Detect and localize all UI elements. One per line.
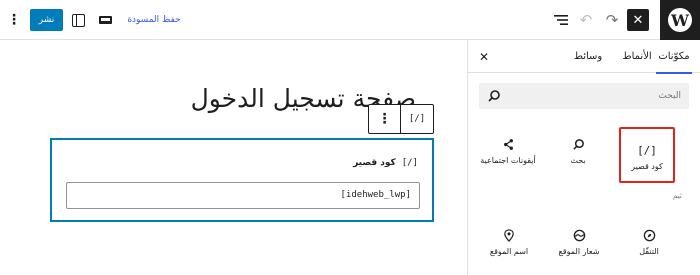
block-item-label: أيقونات اجتماعية (480, 156, 536, 165)
block-item-label: التنقّل (639, 247, 659, 256)
more-vertical-icon: ⋮ (377, 111, 392, 127)
desktop-preview-icon (98, 16, 112, 24)
share-icon (480, 133, 536, 155)
undo-icon: ↶ (579, 11, 593, 29)
block-item-label: اسم الموقع (489, 247, 529, 256)
site-logo-icon (551, 224, 607, 246)
block-options-button[interactable]: ⋮ (369, 105, 401, 133)
search-icon (550, 133, 606, 155)
wordpress-logo-button[interactable]: W (660, 0, 700, 40)
tab-media[interactable]: وسائط (570, 40, 606, 73)
block-item-site-title[interactable]: اسم الموقع (481, 224, 537, 257)
undo-button[interactable]: ↶ (574, 0, 598, 40)
map-pin-icon (481, 224, 537, 246)
top-toolbar: W ✕ ↷ ↶ حفظ المسودة نشر ⋮ (0, 0, 700, 40)
block-item-label: شعار الموقع (558, 247, 600, 256)
tab-patterns[interactable]: الأنماط (620, 40, 654, 73)
close-inserter-button[interactable]: ✕ (627, 9, 649, 31)
search-icon (488, 90, 500, 102)
document-overview-button[interactable] (549, 0, 573, 40)
more-vertical-icon: ⋮ (7, 12, 21, 28)
preview-button[interactable] (93, 0, 117, 40)
block-item-shortcode[interactable]: [/] كود قصير (619, 127, 675, 183)
block-item-social-icons[interactable]: أيقونات اجتماعية (480, 133, 536, 166)
block-toolbar: ⋮ [/] (368, 104, 434, 134)
compass-icon (621, 224, 677, 246)
sidebar-panel-icon (71, 13, 85, 27)
editor-app: W ✕ ↷ ↶ حفظ المسودة نشر ⋮ صفحة تسجيل الد… (0, 0, 700, 275)
close-icon: ✕ (632, 12, 644, 28)
settings-button[interactable] (66, 0, 90, 40)
list-view-icon (554, 15, 568, 25)
block-inserter-panel: مكوّنات الأنماط وسائط ✕ البحث [/] كود قص… (467, 40, 700, 275)
tab-blocks[interactable]: مكوّنات (656, 40, 692, 74)
editor-canvas[interactable]: صفحة تسجيل الدخول ⋮ [/] [/] كود قصير [id… (0, 40, 467, 275)
shortcode-icon: [/] (401, 158, 418, 168)
publish-button[interactable]: نشر (30, 9, 63, 31)
block-type-button[interactable]: [/] (401, 105, 433, 133)
close-panel-button[interactable]: ✕ (476, 40, 492, 73)
block-item-search[interactable]: بحث (550, 133, 606, 166)
redo-button[interactable]: ↷ (600, 0, 624, 40)
shortcode-block-label: كود قصير (353, 158, 396, 168)
block-item-site-logo[interactable]: شعار الموقع (551, 224, 607, 257)
options-button[interactable]: ⋮ (2, 0, 26, 40)
redo-icon: ↷ (605, 11, 619, 29)
shortcode-block-header: [/] كود قصير (353, 158, 418, 168)
block-item-navigation[interactable]: التنقّل (621, 224, 677, 257)
close-icon: ✕ (478, 49, 490, 64)
shortcode-block[interactable]: [/] كود قصير [idehweb_lwp] (50, 138, 434, 222)
search-placeholder: البحث (658, 91, 681, 101)
shortcode-icon: [/] (637, 143, 657, 157)
block-item-label: بحث (570, 156, 586, 165)
shortcode-icon: [/] (408, 114, 426, 124)
block-item-label: كود قصير (631, 162, 663, 171)
inserter-tabs: مكوّنات الأنماط وسائط ✕ (468, 40, 700, 74)
wordpress-logo-icon: W (668, 8, 692, 32)
shortcode-input[interactable]: [idehweb_lwp] (66, 182, 420, 209)
block-search-input[interactable]: البحث (479, 83, 689, 109)
save-draft-button[interactable]: حفظ المسودة (126, 0, 182, 40)
category-label-theme: ثيم (673, 192, 682, 200)
